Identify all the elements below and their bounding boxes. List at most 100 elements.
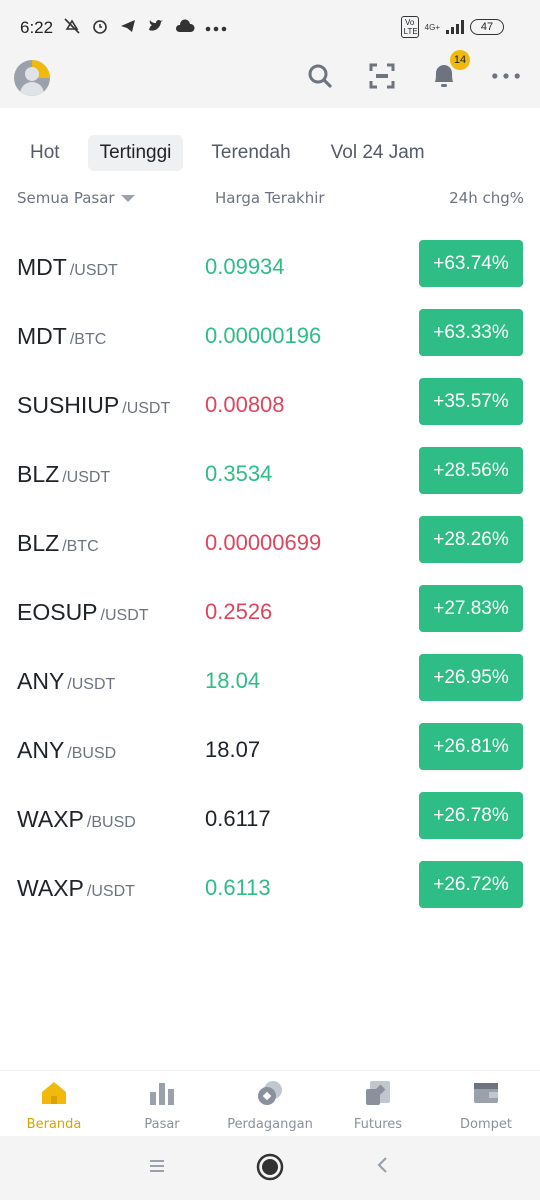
scan-icon[interactable]: [368, 62, 396, 90]
table-row[interactable]: MDT/BTC 0.00000196 +63.33%: [0, 309, 540, 378]
pair-name: EOSUP/USDT: [17, 599, 149, 626]
search-icon[interactable]: [306, 62, 334, 90]
pair-quote: /BTC: [62, 538, 99, 555]
status-bar: 6:22 Vo LTE 4G+ 47: [0, 0, 540, 56]
change-badge[interactable]: +63.74%: [419, 240, 523, 287]
change-badge[interactable]: +28.56%: [419, 447, 523, 494]
nav-beranda[interactable]: Beranda: [0, 1071, 108, 1136]
nav-label: Perdagangan: [227, 1117, 313, 1132]
tab-vol-24-jam[interactable]: Vol 24 Jam: [319, 135, 437, 171]
volte-indicator: Vo LTE: [400, 16, 419, 38]
avatar[interactable]: [14, 60, 50, 96]
pair-base: ANY: [17, 668, 65, 694]
market-bars-icon: [148, 1079, 176, 1107]
change-badge[interactable]: +26.95%: [419, 654, 523, 701]
last-price: 18.04: [205, 668, 261, 693]
back-icon[interactable]: [376, 1154, 390, 1180]
last-price: 0.3534: [205, 461, 273, 486]
pair-base: MDT: [17, 254, 67, 280]
last-price: 0.6113: [205, 875, 271, 900]
trade-coins-icon: [256, 1079, 284, 1107]
more-icon[interactable]: [492, 62, 520, 90]
table-row[interactable]: ANY/BUSD 18.07 +26.81%: [0, 723, 540, 792]
cloud-icon: [175, 18, 195, 39]
pair-base: SUSHIUP: [17, 392, 120, 418]
wallet-icon: [472, 1079, 500, 1107]
twitter-icon: [147, 17, 165, 40]
table-row[interactable]: WAXP/USDT 0.6113 +26.72%: [0, 861, 540, 930]
tab-tertinggi[interactable]: Tertinggi: [87, 135, 184, 171]
pair-base: BLZ: [17, 461, 60, 487]
status-right: Vo LTE 4G+ 47: [400, 16, 504, 38]
market-filter-dropdown[interactable]: Semua Pasar: [17, 189, 135, 207]
change-badge[interactable]: +63.33%: [419, 309, 523, 356]
battery-icon: 47: [470, 19, 504, 35]
column-header: Semua Pasar Harga Terakhir 24h chg%: [17, 189, 524, 211]
pair-quote: /USDT: [86, 883, 135, 900]
nav-futures[interactable]: Futures: [324, 1071, 432, 1136]
market-filter-label: Semua Pasar: [17, 189, 115, 207]
status-left: 6:22: [20, 17, 227, 40]
pair-base: EOSUP: [17, 599, 98, 625]
recent-apps-icon[interactable]: [148, 1154, 166, 1180]
last-price: 0.2526: [205, 599, 273, 624]
pair-quote: /USDT: [100, 607, 149, 624]
change-badge[interactable]: +35.57%: [419, 378, 523, 425]
change-badge[interactable]: +27.83%: [419, 585, 523, 632]
pair-quote: /BTC: [69, 331, 107, 348]
system-nav-bar: [0, 1136, 540, 1200]
app-header: 14: [0, 50, 540, 108]
battery-level: 47: [480, 21, 494, 33]
nav-perdagangan[interactable]: Perdagangan: [216, 1071, 324, 1136]
table-row[interactable]: MDT/USDT 0.09934 +63.74%: [0, 240, 540, 309]
change-badge[interactable]: +26.81%: [419, 723, 523, 770]
change-badge[interactable]: +26.72%: [419, 861, 523, 908]
pair-name: WAXP/USDT: [17, 875, 135, 902]
caret-down-icon: [120, 194, 135, 202]
pair-quote: /USDT: [122, 400, 171, 417]
alarm-icon: [91, 17, 109, 40]
price-column-header[interactable]: Harga Terakhir: [215, 189, 325, 207]
bell-icon[interactable]: 14: [430, 50, 470, 90]
last-price: 0.00000196: [205, 323, 322, 348]
table-row[interactable]: EOSUP/USDT 0.2526 +27.83%: [0, 585, 540, 654]
pair-name: ANY/BUSD: [17, 737, 116, 764]
more-dots-icon: [205, 19, 227, 37]
pair-quote: /BUSD: [86, 814, 136, 831]
nav-pasar[interactable]: Pasar: [108, 1071, 216, 1136]
table-row[interactable]: BLZ/USDT 0.3534 +28.56%: [0, 447, 540, 516]
tab-hot[interactable]: Hot: [18, 135, 72, 171]
table-row[interactable]: SUSHIUP/USDT 0.00808 +35.57%: [0, 378, 540, 447]
network-type: 4G+: [424, 22, 440, 32]
change-column-header[interactable]: 24h chg%: [449, 189, 524, 207]
market-tabs: Hot Tertinggi Terendah Vol 24 Jam: [18, 135, 437, 171]
pair-quote: /BUSD: [67, 745, 117, 762]
table-row[interactable]: WAXP/BUSD 0.6117 +26.78%: [0, 792, 540, 861]
status-time: 6:22: [20, 18, 54, 37]
nav-label: Dompet: [460, 1117, 512, 1132]
telegram-icon: [119, 17, 137, 40]
last-price: 18.07: [205, 737, 261, 762]
pair-name: WAXP/BUSD: [17, 806, 136, 833]
change-badge[interactable]: +26.78%: [419, 792, 523, 839]
pair-name: SUSHIUP/USDT: [17, 392, 170, 419]
nav-label: Futures: [353, 1117, 403, 1132]
change-badge[interactable]: +28.26%: [419, 516, 523, 563]
home-button-icon[interactable]: [256, 1153, 284, 1187]
table-row[interactable]: ANY/USDT 18.04 +26.95%: [0, 654, 540, 723]
pair-name: BLZ/USDT: [17, 461, 110, 488]
last-price: 0.00000699: [205, 530, 322, 555]
tab-terendah[interactable]: Terendah: [199, 135, 302, 171]
nav-label: Pasar: [144, 1117, 180, 1132]
nav-dompet[interactable]: Dompet: [432, 1071, 540, 1136]
last-price: 0.09934: [205, 254, 285, 279]
pair-name: ANY/USDT: [17, 668, 115, 695]
pair-name: MDT/USDT: [17, 254, 118, 281]
bottom-nav: Beranda Pasar Perdagangan Futures Dompet: [0, 1070, 540, 1136]
pair-base: ANY: [17, 737, 65, 763]
market-list: MDT/USDT 0.09934 +63.74% MDT/BTC 0.00000…: [0, 240, 540, 930]
notification-badge: 14: [450, 50, 470, 70]
last-price: 0.00808: [205, 392, 285, 417]
home-icon: [40, 1079, 68, 1107]
table-row[interactable]: BLZ/BTC 0.00000699 +28.26%: [0, 516, 540, 585]
